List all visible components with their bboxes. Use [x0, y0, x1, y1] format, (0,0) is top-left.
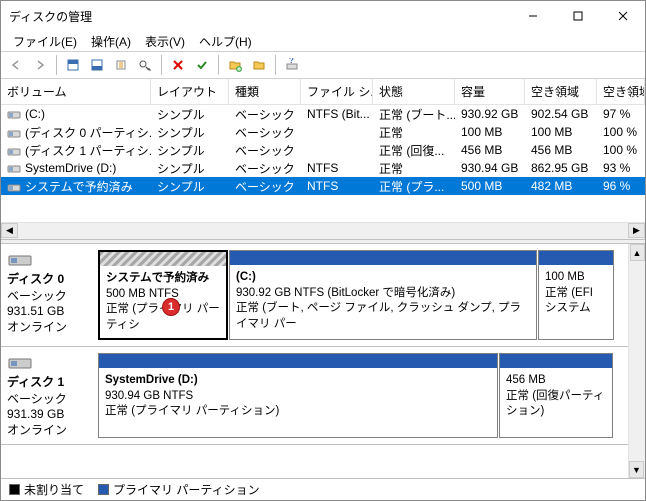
scroll-up-icon[interactable]: ▲: [630, 244, 645, 261]
titlebar: ディスクの管理: [1, 1, 645, 31]
scroll-down-icon[interactable]: ▼: [629, 461, 644, 478]
window-title: ディスクの管理: [9, 8, 510, 25]
col-status[interactable]: 状態: [373, 79, 455, 104]
legend-unallocated: 未割り当て: [9, 481, 84, 498]
table-row[interactable]: システムで予約済みシンプルベーシックNTFS正常 (プラ...500 MB482…: [1, 177, 645, 195]
col-volume[interactable]: ボリューム: [1, 79, 151, 104]
svg-text:?: ?: [289, 58, 294, 65]
partition[interactable]: 456 MB正常 (回復パーティション): [499, 353, 613, 438]
disk-management-window: ディスクの管理 ファイル(E) 操作(A) 表示(V) ヘルプ(H) ? ボリュ…: [0, 0, 646, 501]
scroll-left-icon[interactable]: ◀: [1, 223, 18, 238]
table-row[interactable]: SystemDrive (D:)シンプルベーシックNTFS正常930.94 GB…: [1, 159, 645, 177]
badge-number: 1: [162, 298, 180, 316]
checkmark-icon[interactable]: [191, 54, 213, 76]
table-row[interactable]: (C:)シンプルベーシックNTFS (Bit...正常 (ブート...930.9…: [1, 105, 645, 123]
col-free[interactable]: 空き領域: [525, 79, 597, 104]
menu-action[interactable]: 操作(A): [85, 32, 137, 51]
folder-icon[interactable]: [248, 54, 270, 76]
partition[interactable]: 100 MB正常 (EFI システム: [538, 250, 614, 340]
view-bottom-button[interactable]: [86, 54, 108, 76]
v-scrollbar[interactable]: ▲ ▼: [628, 244, 645, 478]
scroll-right-icon[interactable]: ▶: [628, 223, 645, 238]
help-drive-icon[interactable]: ?: [281, 54, 303, 76]
disk-info: ディスク 0ベーシック931.51 GBオンライン: [7, 250, 92, 340]
table-row[interactable]: (ディスク 1 パーティシ...シンプルベーシック正常 (回復...456 MB…: [1, 141, 645, 159]
table-row[interactable]: (ディスク 0 パーティシ...シンプルベーシック正常100 MB100 MB1…: [1, 123, 645, 141]
view-top-button[interactable]: [62, 54, 84, 76]
legend: 未割り当て プライマリ パーティション: [1, 478, 645, 500]
list-rows: (C:)シンプルベーシックNTFS (Bit...正常 (ブート...930.9…: [1, 105, 645, 222]
partition[interactable]: システムで予約済み500 MB NTFS正常 (プライマリ パーティシ1: [98, 250, 228, 340]
new-folder-icon[interactable]: [224, 54, 246, 76]
disk-info: ディスク 1ベーシック931.39 GBオンライン: [7, 353, 92, 438]
delete-icon[interactable]: [167, 54, 189, 76]
list-header: ボリューム レイアウト 種類 ファイル シ... 状態 容量 空き領域 空き領域…: [1, 79, 645, 105]
back-button[interactable]: [5, 54, 27, 76]
disk-row: ディスク 1ベーシック931.39 GBオンラインSystemDrive (D:…: [1, 347, 628, 445]
col-capacity[interactable]: 容量: [455, 79, 525, 104]
toolbar: ?: [1, 51, 645, 79]
col-layout[interactable]: レイアウト: [151, 79, 229, 104]
partition[interactable]: (C:)930.92 GB NTFS (BitLocker で暗号化済み)正常 …: [229, 250, 537, 340]
volume-list: ボリューム レイアウト 種類 ファイル シ... 状態 容量 空き領域 空き領域…: [1, 79, 645, 239]
col-fs[interactable]: ファイル シ...: [301, 79, 373, 104]
disk-row: ディスク 0ベーシック931.51 GBオンラインシステムで予約済み500 MB…: [1, 244, 628, 347]
legend-primary: プライマリ パーティション: [98, 481, 260, 498]
menubar: ファイル(E) 操作(A) 表示(V) ヘルプ(H): [1, 31, 645, 51]
maximize-button[interactable]: [555, 2, 600, 31]
menu-help[interactable]: ヘルプ(H): [193, 32, 258, 51]
partition[interactable]: SystemDrive (D:)930.94 GB NTFS正常 (プライマリ …: [98, 353, 498, 438]
menu-file[interactable]: ファイル(E): [7, 32, 83, 51]
disk-graphical-view: ディスク 0ベーシック931.51 GBオンラインシステムで予約済み500 MB…: [1, 244, 645, 478]
col-type[interactable]: 種類: [229, 79, 301, 104]
settings-button[interactable]: [110, 54, 132, 76]
h-scrollbar[interactable]: ◀ ▶: [1, 222, 645, 239]
close-button[interactable]: [600, 2, 645, 31]
minimize-button[interactable]: [510, 2, 555, 31]
col-freepct[interactable]: 空き領域の割...: [597, 79, 645, 104]
menu-view[interactable]: 表示(V): [139, 32, 191, 51]
properties-button[interactable]: [134, 54, 156, 76]
forward-button[interactable]: [29, 54, 51, 76]
